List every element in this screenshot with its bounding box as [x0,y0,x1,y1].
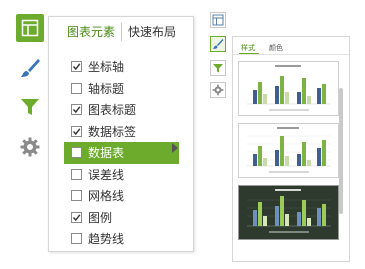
chart-thumbnail-icon [247,189,331,233]
panel-tabs: 图表元素 快速布局 [49,17,193,47]
chart-style-button[interactable] [18,56,42,80]
item-chart-title[interactable]: 图表标题 [49,99,193,121]
item-data-table[interactable]: 数据表 [64,142,179,164]
checkbox-chart-title[interactable] [71,104,82,116]
mini-filter-button[interactable] [210,60,226,76]
checkbox-legend[interactable] [71,211,82,223]
item-label: 坐标轴 [88,60,125,75]
checkmark-icon [72,63,81,71]
chart-style-panel: 样式 颜色 [232,36,350,262]
checkbox-gridlines[interactable] [71,190,82,202]
item-label: 轴标题 [88,81,125,96]
item-axes[interactable]: 坐标轴 [49,56,193,78]
item-label: 网格线 [88,189,125,204]
item-label: 数据标签 [88,124,137,139]
submenu-arrow-icon[interactable] [172,143,178,153]
checkmark-icon [72,106,81,114]
gear-icon [19,136,41,158]
checkbox-trendline[interactable] [71,233,82,245]
checkbox-axes[interactable] [71,61,82,73]
item-trendline[interactable]: 趋势线 [49,228,193,250]
item-legend[interactable]: 图例 [49,207,193,229]
chart-thumbnail-icon [247,127,331,173]
mini-style-button[interactable] [210,36,226,52]
chart-elements-icon [21,19,39,37]
tab-separator [233,54,349,55]
brush-icon [212,35,224,54]
gear-icon [212,81,224,100]
item-label: 数据表 [88,146,125,161]
mini-settings-button[interactable] [210,82,226,98]
item-label: 图表标题 [88,103,137,118]
chart-elements-button[interactable] [16,14,44,42]
item-error-bars[interactable]: 误差线 [49,164,193,186]
tab-chart-elements[interactable]: 图表元素 [61,23,121,41]
checkbox-data-labels[interactable] [71,125,82,137]
item-axis-titles[interactable]: 轴标题 [49,78,193,100]
tab-color[interactable]: 颜色 [269,43,283,53]
filter-icon [212,59,224,78]
checkbox-axis-titles[interactable] [71,82,82,94]
item-data-labels[interactable]: 数据标签 [49,121,193,143]
chart-filter-button[interactable] [18,95,42,119]
tab-style[interactable]: 样式 [241,43,255,53]
style-panel-tabs: 样式 颜色 [241,43,297,53]
chart-elements-panel: 图表元素 快速布局 坐标轴 轴标题 图表标题 数据标签 数据表 误差线 网格线 … [48,16,194,252]
tab-quick-layout[interactable]: 快速布局 [121,23,182,41]
item-gridlines[interactable]: 网格线 [49,185,193,207]
filter-icon [19,96,41,118]
chart-style-thumbnail[interactable] [238,185,339,240]
chart-thumbnail-icon [247,65,331,111]
style-panel-scrollbar[interactable] [339,88,343,214]
item-label: 误差线 [88,167,125,182]
checkmark-icon [72,128,81,135]
chart-style-thumbnail[interactable] [238,123,339,178]
chart-settings-button[interactable] [18,135,42,159]
item-label: 趋势线 [88,232,125,247]
checkbox-data-table[interactable] [71,147,82,159]
brush-icon [19,57,41,79]
mini-chart-elements-button[interactable] [210,12,226,28]
chart-style-thumbnail[interactable] [238,61,339,116]
chart-elements-icon [212,11,224,30]
checkmark-icon [72,214,81,221]
item-label: 图例 [88,210,113,225]
checkbox-error-bars[interactable] [71,168,82,180]
